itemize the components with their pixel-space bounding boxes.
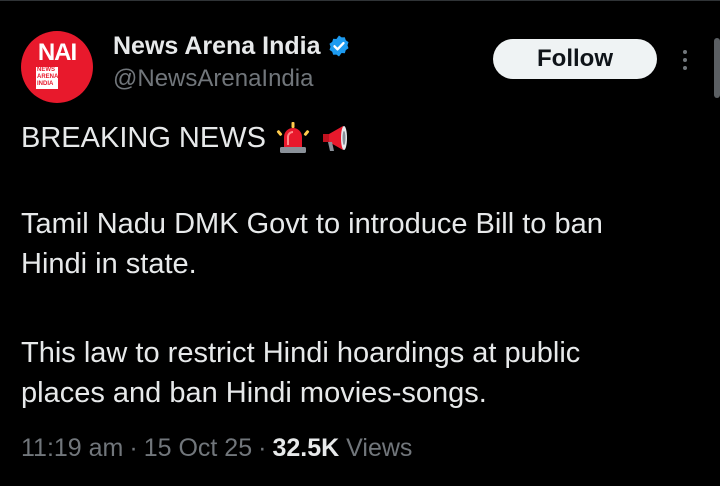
police-light-icon: [276, 121, 310, 155]
more-dot: [683, 58, 687, 62]
author-handle[interactable]: @NewsArenaIndia: [113, 65, 313, 93]
tweet-line: Hindi in state.: [21, 248, 197, 280]
more-dot: [683, 50, 687, 54]
verified-badge-icon[interactable]: [327, 34, 351, 58]
follow-button[interactable]: Follow: [493, 39, 657, 79]
megaphone-icon: [320, 121, 354, 155]
tweet-paragraph-3: This law to restrict Hindi hoardings at …: [21, 333, 711, 413]
author-display-name[interactable]: News Arena India: [113, 32, 320, 61]
views-label[interactable]: Views: [346, 434, 412, 463]
avatar-sub-line: ARENA: [37, 74, 59, 80]
more-vertical-icon[interactable]: [674, 44, 696, 76]
more-dot: [683, 66, 687, 70]
scrollbar[interactable]: [714, 38, 720, 98]
avatar-logo-text: NAI: [37, 39, 77, 66]
author-name-row: News Arena India: [113, 31, 351, 61]
tweet-line: Tamil Nadu DMK Govt to introduce Bill to…: [21, 208, 603, 240]
tweet-date[interactable]: 15 Oct 25: [144, 434, 252, 463]
avatar[interactable]: NAI NEWS ARENA INDIA: [21, 31, 93, 103]
avatar-logo-sub: NEWS ARENA INDIA: [36, 67, 58, 89]
avatar-sub-line: INDIA: [37, 81, 54, 87]
meta-separator: ·: [258, 433, 267, 462]
tweet-meta: 11:19 am · 15 Oct 25 · 32.5K Views: [21, 430, 412, 466]
tweet-line: places and ban Hindi movies-songs.: [21, 377, 487, 409]
avatar-sub-line: NEWS: [37, 67, 55, 73]
tweet-time[interactable]: 11:19 am: [21, 434, 123, 463]
tweet-headline-line: BREAKING NEWS: [21, 118, 711, 158]
tweet-line: This law to restrict Hindi hoardings at …: [21, 337, 581, 369]
top-divider: [0, 0, 720, 1]
tweet-headline: BREAKING NEWS: [21, 122, 266, 154]
views-count[interactable]: 32.5K: [272, 434, 339, 463]
tweet-paragraph-2: Tamil Nadu DMK Govt to introduce Bill to…: [21, 204, 711, 284]
meta-separator: ·: [129, 433, 138, 462]
